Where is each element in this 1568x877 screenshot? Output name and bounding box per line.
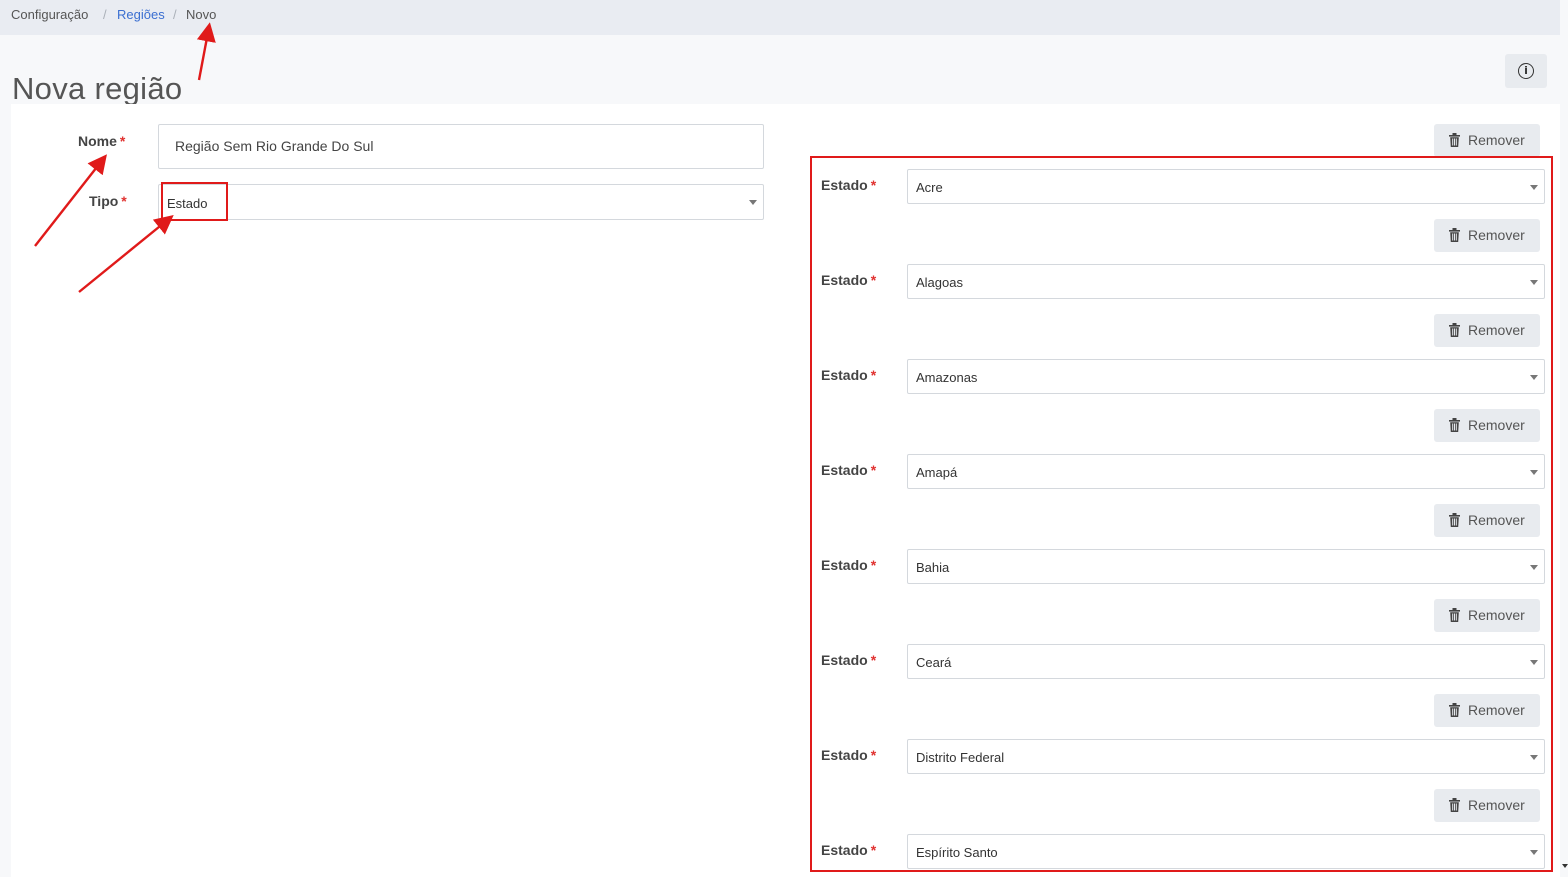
estado-select-value: Espírito Santo [916, 845, 998, 860]
estado-label: Estado * [821, 652, 877, 668]
estado-select-value: Amapá [916, 465, 958, 480]
estado-label: Estado * [821, 177, 877, 193]
estado-label: Estado * [821, 272, 877, 288]
remove-button[interactable]: Remover [1434, 124, 1540, 157]
trash-icon [1449, 513, 1460, 527]
estado-select[interactable]: Espírito Santo [907, 834, 1545, 869]
trash-icon [1449, 703, 1460, 717]
tipo-label: Tipo * [89, 193, 127, 209]
breadcrumb-separator: / [173, 7, 177, 22]
caret-down-icon [1530, 470, 1538, 475]
caret-down-icon [749, 200, 757, 205]
trash-icon [1449, 798, 1460, 812]
estado-label: Estado * [821, 367, 877, 383]
estado-select[interactable]: Bahia [907, 549, 1545, 584]
trash-icon [1449, 418, 1460, 432]
breadcrumb-novo: Novo [186, 7, 217, 22]
remove-button[interactable]: Remover [1434, 504, 1540, 537]
caret-down-icon [1530, 660, 1538, 665]
remove-button-label: Remover [1468, 132, 1525, 148]
remove-button-label: Remover [1468, 322, 1525, 338]
remove-button-label: Remover [1468, 702, 1525, 718]
trash-icon [1449, 323, 1460, 337]
estado-select-value: Acre [916, 180, 943, 195]
nome-input-value: Região Sem Rio Grande Do Sul [175, 138, 374, 154]
remove-button-label: Remover [1468, 607, 1525, 623]
estado-select[interactable]: Amapá [907, 454, 1545, 489]
remove-button-label: Remover [1468, 227, 1525, 243]
breadcrumb: Configuração / Regiões / Novo [0, 0, 1560, 35]
estado-select[interactable]: Ceará [907, 644, 1545, 679]
tipo-select[interactable]: Estado [158, 184, 764, 220]
remove-button[interactable]: Remover [1434, 219, 1540, 252]
breadcrumb-configuracao[interactable]: Configuração [11, 7, 88, 22]
scroll-down-indicator[interactable] [1562, 864, 1568, 868]
trash-icon [1449, 228, 1460, 242]
estado-label: Estado * [821, 462, 877, 478]
remove-button-label: Remover [1468, 417, 1525, 433]
caret-down-icon [1530, 280, 1538, 285]
estado-select[interactable]: Alagoas [907, 264, 1545, 299]
estado-select-value: Distrito Federal [916, 750, 1005, 765]
breadcrumb-regioes[interactable]: Regiões [117, 7, 165, 22]
estado-select-value: Alagoas [916, 275, 963, 290]
estado-select-value: Bahia [916, 560, 950, 575]
page-title: Nova região [12, 70, 183, 106]
caret-down-icon [1530, 185, 1538, 190]
nome-label: Nome * [78, 133, 126, 149]
estado-select[interactable]: Distrito Federal [907, 739, 1545, 774]
remove-button-label: Remover [1468, 512, 1525, 528]
estado-select-value: Ceará [916, 655, 952, 670]
trash-icon [1449, 133, 1460, 147]
breadcrumb-separator: / [103, 7, 107, 22]
info-button[interactable]: i [1505, 54, 1547, 88]
remove-button-label: Remover [1468, 797, 1525, 813]
remove-button[interactable]: Remover [1434, 314, 1540, 347]
estado-label: Estado * [821, 557, 877, 573]
estado-select[interactable]: Acre [907, 169, 1545, 204]
nome-input[interactable]: Região Sem Rio Grande Do Sul [158, 124, 764, 169]
caret-down-icon [1530, 755, 1538, 760]
estado-label: Estado * [821, 842, 877, 858]
tipo-select-value: Estado [167, 196, 208, 211]
info-circle-icon: i [1518, 63, 1534, 79]
estado-label: Estado * [821, 747, 877, 763]
estado-select[interactable]: Amazonas [907, 359, 1545, 394]
remove-button[interactable]: Remover [1434, 599, 1540, 632]
remove-button[interactable]: Remover [1434, 409, 1540, 442]
caret-down-icon [1530, 375, 1538, 380]
caret-down-icon [1530, 565, 1538, 570]
remove-button[interactable]: Remover [1434, 694, 1540, 727]
estado-select-value: Amazonas [916, 370, 978, 385]
trash-icon [1449, 608, 1460, 622]
caret-down-icon [1530, 850, 1538, 855]
remove-button[interactable]: Remover [1434, 789, 1540, 822]
